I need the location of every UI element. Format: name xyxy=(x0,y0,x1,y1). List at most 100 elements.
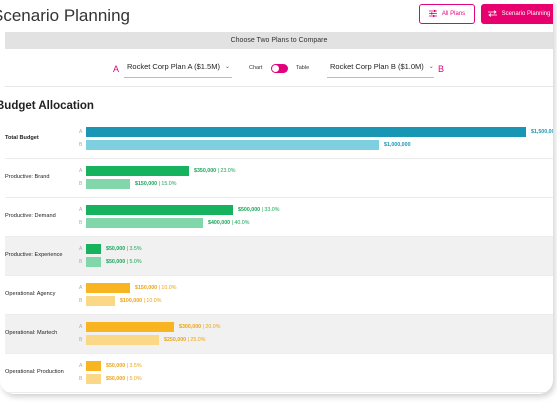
series-letter-b: B xyxy=(79,337,83,343)
data-label-a: $50,000 | 3.5% xyxy=(106,246,142,252)
data-label-percent: | 20.0% xyxy=(201,324,221,330)
data-label-amount: $350,000 xyxy=(194,168,217,174)
data-label-percent: | 3.5% xyxy=(125,246,142,252)
data-label-amount: $150,000 xyxy=(135,285,158,291)
bar-a xyxy=(86,205,233,215)
data-label-percent: | 40.0% xyxy=(230,220,250,226)
data-label-percent: | 5.0% xyxy=(125,376,142,382)
compare-heading: Choose Two Plans to Compare xyxy=(5,32,553,49)
bar-b xyxy=(86,140,379,150)
data-label-percent: | 23.0% xyxy=(216,168,236,174)
data-label-percent: | 3.5% xyxy=(125,363,142,369)
budget-row-label: Productive: Brand xyxy=(5,174,50,180)
data-label-a: $350,000 | 23.0% xyxy=(194,168,235,174)
budget-row-label: Total Budget xyxy=(5,135,39,141)
chart-table-toggle[interactable] xyxy=(271,64,288,73)
data-label-percent: | 25.0% xyxy=(186,337,206,343)
budget-row: Productive: Brand A $350,000 | 23.0% B $150,… xyxy=(5,159,553,198)
budget-row-label: Operational: Agency xyxy=(5,291,56,297)
budget-row-label: Operational: Martech xyxy=(5,330,58,336)
data-label-amount: $50,000 xyxy=(106,363,126,369)
budget-row: Productive: Experience A $50,000 | 3.5% B $5… xyxy=(5,237,553,276)
bar-b xyxy=(86,218,203,228)
data-label-amount: $50,000 xyxy=(106,259,126,265)
bar-a xyxy=(86,361,101,371)
data-label-amount: $150,000 xyxy=(135,181,158,187)
swap-arrows-icon xyxy=(487,9,497,19)
data-label-amount: $50,000 xyxy=(106,376,126,382)
data-label-percent: | 5.0% xyxy=(125,259,142,265)
budget-row: Operational: Production A $50,000 | 3.5% B $… xyxy=(5,354,553,393)
scenario-planning-button[interactable]: Scenario Planning xyxy=(481,4,553,24)
page-title: Scenario Planning xyxy=(0,6,130,25)
budget-row: Productive: Demand A $500,000 | 33.0% B $400… xyxy=(5,198,553,237)
scenario-planning-label: Scenario Planning xyxy=(501,11,551,17)
section-title: Budget Allocation xyxy=(0,100,94,112)
table-toggle-label: Table xyxy=(296,65,310,71)
chart-toggle-label: Chart xyxy=(249,65,263,71)
series-letter-b: B xyxy=(79,142,83,148)
data-label-amount: $300,000 xyxy=(179,324,202,330)
budget-row: Total Budget A $1,500,000 B $1,000,000 xyxy=(5,120,553,159)
plan-b-select[interactable]: Rocket Corp Plan B ($1.0M) ⌄ xyxy=(330,62,434,71)
bar-a xyxy=(86,322,174,332)
data-label-a: $150,000 | 10.0% xyxy=(135,285,176,291)
data-label-b: $250,000 | 25.0% xyxy=(164,337,205,343)
data-label-percent: | 33.0% xyxy=(260,207,280,213)
chevron-down-icon: ⌄ xyxy=(224,64,230,70)
row-divider xyxy=(5,392,553,393)
plan-b-underline xyxy=(327,77,434,78)
all-plans-button[interactable]: All Plans xyxy=(419,4,475,24)
bar-b xyxy=(86,179,130,189)
budget-row: Operational: Agency A $150,000 | 10.0% B $10… xyxy=(5,276,553,315)
data-label-a: $500,000 | 33.0% xyxy=(238,207,279,213)
budget-row: Operational: Martech A $300,000 | 20.0% B $2… xyxy=(5,315,553,354)
plan-a-underline xyxy=(124,77,232,78)
series-letter-b: B xyxy=(79,376,83,382)
bar-a xyxy=(86,127,526,137)
series-letter-a: A xyxy=(79,246,83,252)
data-label-b: $50,000 | 5.0% xyxy=(106,376,142,382)
plan-a-select[interactable]: Rocket Corp Plan A ($1.5M) ⌄ xyxy=(127,62,230,71)
series-letter-a: A xyxy=(79,207,83,213)
data-label-b: $150,000 | 15.0% xyxy=(135,181,176,187)
bar-a xyxy=(86,244,101,254)
bar-a xyxy=(86,166,189,176)
sliders-icon xyxy=(428,9,437,19)
series-letter-a: A xyxy=(79,129,83,135)
toggle-knob xyxy=(272,65,279,72)
data-label-b: $1,000,000 xyxy=(384,142,411,148)
plan-a-value: Rocket Corp Plan A ($1.5M) xyxy=(127,62,220,71)
budget-row-label: Productive: Experience xyxy=(5,252,63,258)
bar-a xyxy=(86,283,130,293)
bar-b xyxy=(86,296,115,306)
data-label-percent: | 10.0% xyxy=(142,298,162,304)
budget-row-label: Operational: Production xyxy=(5,369,64,375)
plan-b-value: Rocket Corp Plan B ($1.0M) xyxy=(330,62,424,71)
data-label-b: $400,000 | 40.0% xyxy=(208,220,249,226)
plan-b-letter: B xyxy=(438,64,445,74)
series-letter-a: A xyxy=(79,168,83,174)
bar-b xyxy=(86,335,159,345)
series-letter-b: B xyxy=(79,298,83,304)
compare-heading-text: Choose Two Plans to Compare xyxy=(230,37,328,44)
data-label-amount: $500,000 xyxy=(238,207,261,213)
series-letter-b: B xyxy=(79,259,83,265)
data-label-a: $1,500,000 xyxy=(531,129,553,135)
plan-a-letter: A xyxy=(113,64,120,74)
all-plans-label: All Plans xyxy=(441,11,466,17)
chevron-down-icon: ⌄ xyxy=(428,64,434,70)
bar-b xyxy=(86,374,101,384)
data-label-b: $100,000 | 10.0% xyxy=(120,298,161,304)
divider xyxy=(5,86,553,87)
scenario-planning-panel: Scenario Planning All Plans Scenario Pla… xyxy=(0,0,553,394)
data-label-amount: $250,000 xyxy=(164,337,187,343)
data-label-a: $50,000 | 3.5% xyxy=(106,363,142,369)
data-label-a: $300,000 | 20.0% xyxy=(179,324,220,330)
series-letter-a: A xyxy=(79,285,83,291)
data-label-amount: $100,000 xyxy=(120,298,143,304)
budget-row-label: Productive: Demand xyxy=(5,213,56,219)
series-letter-a: A xyxy=(79,363,83,369)
bar-b xyxy=(86,257,101,267)
data-label-percent: | 15.0% xyxy=(157,181,177,187)
